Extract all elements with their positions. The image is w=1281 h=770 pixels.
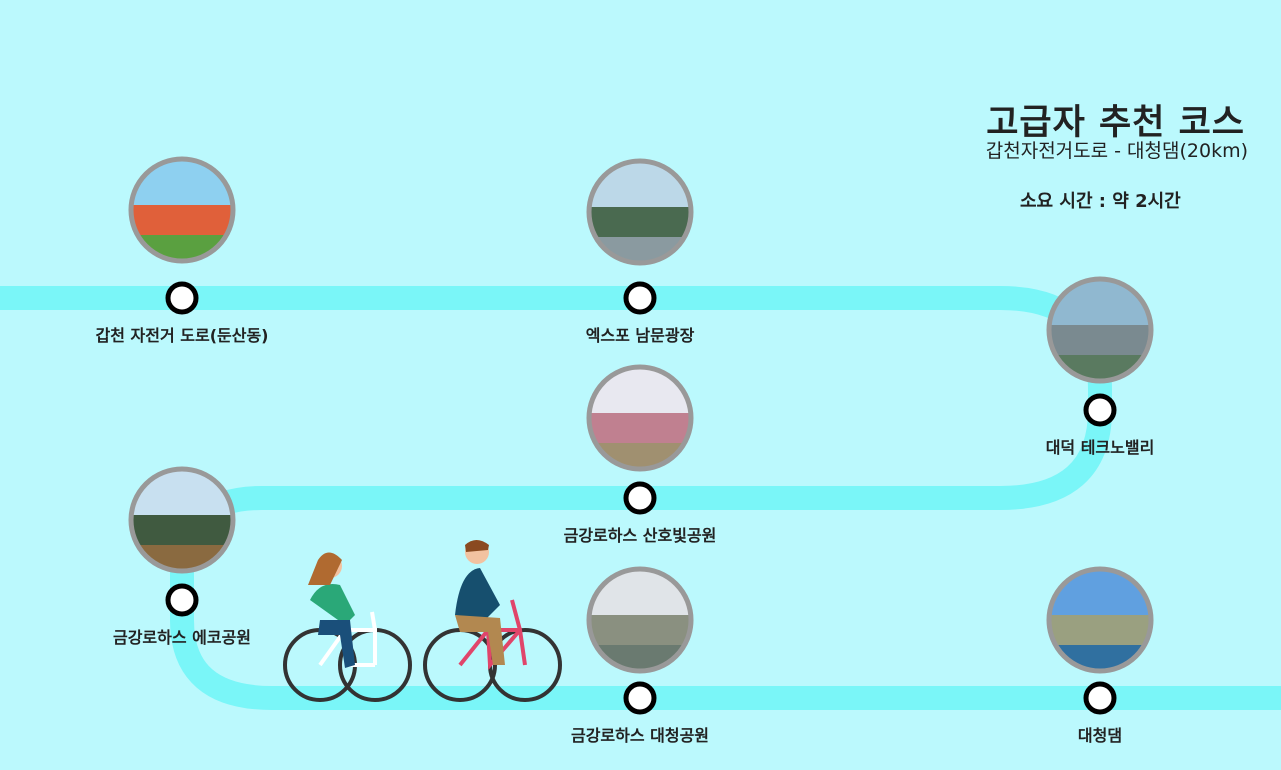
stop-node [623, 681, 657, 715]
duration-text: 소요 시간 : 약 2시간 [1020, 191, 1181, 212]
cyclist-woman-illustration [283, 552, 412, 702]
aerial-city-photo [1046, 276, 1154, 384]
dam-photo [1046, 566, 1154, 674]
stop-label: 대청댐 [1077, 726, 1123, 745]
stop-node [165, 583, 199, 617]
stop-node [623, 481, 657, 515]
pink-muhly-field-photo [586, 364, 694, 472]
stop-node [1083, 681, 1117, 715]
stop-label: 금강로하스 에코공원 [112, 628, 252, 647]
stop-label: 대덕 테크노밸리 [1045, 438, 1155, 457]
stop-label: 엑스포 남문광장 [585, 326, 695, 345]
expo-bridge-photo [586, 158, 694, 266]
course-subtitle: 갑천자전거도로 - 대청댐(20km) [985, 140, 1248, 162]
stop-label: 금강로하스 산호빛공원 [563, 526, 717, 545]
eco-park-photo [128, 466, 236, 574]
river-trees-photo [586, 566, 694, 674]
cycle-path-photo [128, 156, 236, 264]
stop-label: 금강로하스 대청공원 [570, 726, 710, 745]
stop-node [1083, 393, 1117, 427]
stop-label: 갑천 자전거 도로(둔산동) [95, 326, 269, 345]
stop-node [165, 281, 199, 315]
stop-node [623, 281, 657, 315]
cyclist-man-illustration [423, 540, 562, 702]
